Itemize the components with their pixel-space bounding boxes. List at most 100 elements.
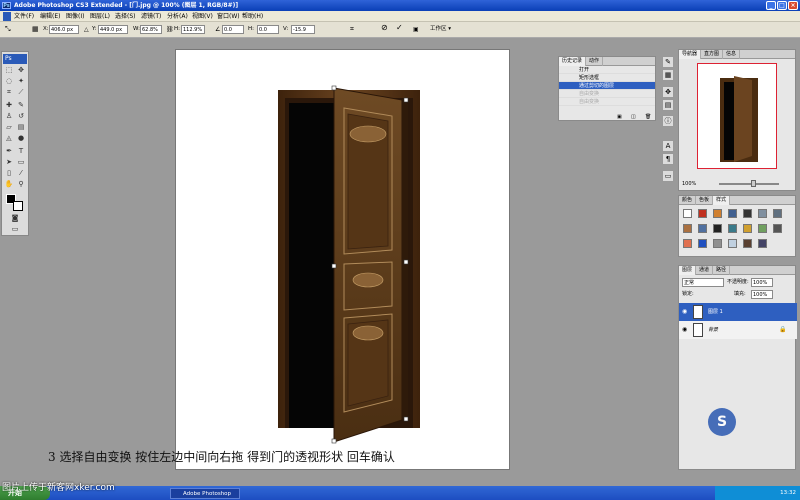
blend-mode-select[interactable]: 正常 (682, 278, 724, 287)
menu-help[interactable]: 帮助(H) (242, 11, 263, 22)
tab-actions[interactable]: 动作 (586, 57, 604, 66)
zoom-slider[interactable] (719, 183, 779, 185)
hskew-field[interactable]: 0.0 (257, 25, 279, 34)
taskbar-photoshop[interactable]: Adobe Photoshop (170, 488, 240, 499)
blur-tool-icon[interactable]: ◬ (4, 134, 14, 143)
history-item[interactable]: 矩形选框 (559, 74, 655, 82)
visibility-eye-icon[interactable]: ◉ (682, 303, 687, 321)
marquee-tool-icon[interactable]: ⬚ (4, 66, 14, 75)
shape-tool-icon[interactable]: ▭ (16, 158, 26, 167)
zoom-tool-icon[interactable]: ⚲ (16, 180, 26, 189)
relative-position-icon[interactable]: △ (84, 25, 89, 34)
opacity-field[interactable]: 100% (751, 278, 773, 287)
eraser-tool-icon[interactable]: ▱ (4, 123, 14, 132)
style-swatch[interactable] (713, 239, 722, 248)
history-item[interactable]: 自由变换 (559, 98, 655, 106)
tab-history[interactable]: 历史记录 (559, 57, 587, 66)
menu-view[interactable]: 视图(V) (192, 11, 213, 22)
menu-select[interactable]: 选择(S) (115, 11, 136, 22)
style-swatch[interactable] (698, 209, 707, 218)
new-document-icon[interactable]: ▣ (617, 114, 622, 120)
zoom-slider-handle[interactable] (751, 180, 756, 187)
link-icon[interactable]: ⛓ (166, 25, 174, 34)
y-field[interactable]: 449.0 px (98, 25, 128, 34)
fill-field[interactable]: 100% (751, 290, 773, 299)
crop-tool-icon[interactable]: ⌗ (4, 88, 14, 97)
menu-layer[interactable]: 图层(L) (90, 11, 110, 22)
move-tool-icon[interactable]: ✥ (16, 66, 26, 75)
history-item[interactable]: 打开 (559, 66, 655, 74)
style-swatch[interactable] (698, 224, 707, 233)
style-swatch[interactable] (758, 239, 767, 248)
quick-mask-icon[interactable]: ◙ (10, 214, 20, 223)
eyedropper-icon[interactable]: ⁄ (16, 169, 26, 178)
tab-swatches[interactable]: 色板 (696, 196, 714, 205)
style-swatch[interactable] (773, 209, 782, 218)
style-swatch[interactable] (758, 209, 767, 218)
tab-styles[interactable]: 样式 (713, 196, 731, 205)
notes-tool-icon[interactable]: ▯ (4, 169, 14, 178)
style-swatch[interactable] (683, 239, 692, 248)
tab-paths[interactable]: 路径 (713, 266, 731, 275)
screen-mode-icon[interactable]: ▭ (10, 225, 20, 234)
tab-layers[interactable]: 图层 (679, 266, 697, 275)
character-icon[interactable]: A (662, 140, 674, 152)
magic-wand-icon[interactable]: ✦ (16, 77, 26, 86)
menu-edit[interactable]: 编辑(E) (40, 11, 60, 22)
style-swatch[interactable] (728, 224, 737, 233)
close-button[interactable]: × (788, 1, 798, 10)
dodge-tool-icon[interactable]: ● (16, 134, 26, 143)
hand-tool-icon[interactable]: ✋ (4, 180, 14, 189)
workspace-button[interactable]: 工作区 ▾ (430, 25, 451, 34)
tab-color[interactable]: 颜色 (679, 196, 697, 205)
layer-name[interactable]: 图层 1 (708, 303, 723, 321)
tab-histogram[interactable]: 直方图 (701, 50, 724, 59)
style-swatch[interactable] (713, 224, 722, 233)
layer-name[interactable]: 背景 (708, 321, 718, 339)
history-item[interactable]: 自由变换 (559, 90, 655, 98)
type-tool-icon[interactable]: T (16, 147, 26, 156)
style-swatch[interactable] (773, 224, 782, 233)
minimize-button[interactable]: _ (766, 1, 776, 10)
lasso-tool-icon[interactable]: ◌ (4, 77, 14, 86)
style-swatch[interactable] (743, 209, 752, 218)
style-swatch[interactable] (698, 239, 707, 248)
height-field[interactable]: 112.9% (181, 25, 205, 34)
stamp-tool-icon[interactable]: ♙ (4, 112, 14, 121)
slice-tool-icon[interactable]: ⟋ (16, 88, 26, 97)
angle-field[interactable]: 0.0 (222, 25, 244, 34)
style-swatch[interactable] (683, 209, 692, 218)
brush-tool-icon[interactable]: ✎ (16, 101, 26, 110)
ps-menu-icon[interactable] (3, 12, 11, 21)
snapshot-icon[interactable]: ◫ (631, 114, 636, 120)
warp-icon[interactable]: ⌗ (350, 25, 354, 34)
commit-transform-icon[interactable]: ✓ (396, 23, 403, 32)
style-swatch[interactable] (728, 239, 737, 248)
document-canvas[interactable] (175, 49, 510, 470)
style-swatch[interactable] (713, 209, 722, 218)
history-brush-icon[interactable]: ↺ (16, 112, 26, 121)
maximize-button[interactable]: □ (777, 1, 787, 10)
path-select-icon[interactable]: ➤ (4, 158, 14, 167)
vskew-field[interactable]: -15.9 (291, 25, 315, 34)
tab-channels[interactable]: 通道 (696, 266, 714, 275)
trash-icon[interactable]: 🗑 (645, 114, 651, 120)
history-item-selected[interactable]: 通过剪切的图层 (559, 82, 655, 90)
gradient-tool-icon[interactable]: ▤ (16, 123, 26, 132)
layer-row-selected[interactable]: ◉ 图层 1 (679, 303, 797, 321)
x-field[interactable]: 406.0 px (49, 25, 79, 34)
cancel-transform-icon[interactable]: ⊘ (381, 23, 388, 32)
layer-row[interactable]: ◉ 背景 🔒 (679, 321, 797, 339)
tool-presets-icon[interactable]: ▦ (662, 69, 674, 81)
tab-navigator[interactable]: 导航器 (679, 50, 702, 59)
transform-tool-icon[interactable]: ⤡ (5, 25, 11, 34)
style-swatch[interactable] (728, 209, 737, 218)
menu-analysis[interactable]: 分析(A) (167, 11, 188, 22)
style-swatch[interactable] (758, 224, 767, 233)
navigator-thumbnail[interactable] (697, 63, 777, 169)
pen-tool-icon[interactable]: ✒ (4, 147, 14, 156)
reference-point-icon[interactable]: ▦ (32, 25, 39, 34)
visibility-eye-icon[interactable]: ◉ (682, 321, 687, 339)
style-swatch[interactable] (683, 224, 692, 233)
brush-panel-icon[interactable]: ✎ (662, 56, 674, 68)
